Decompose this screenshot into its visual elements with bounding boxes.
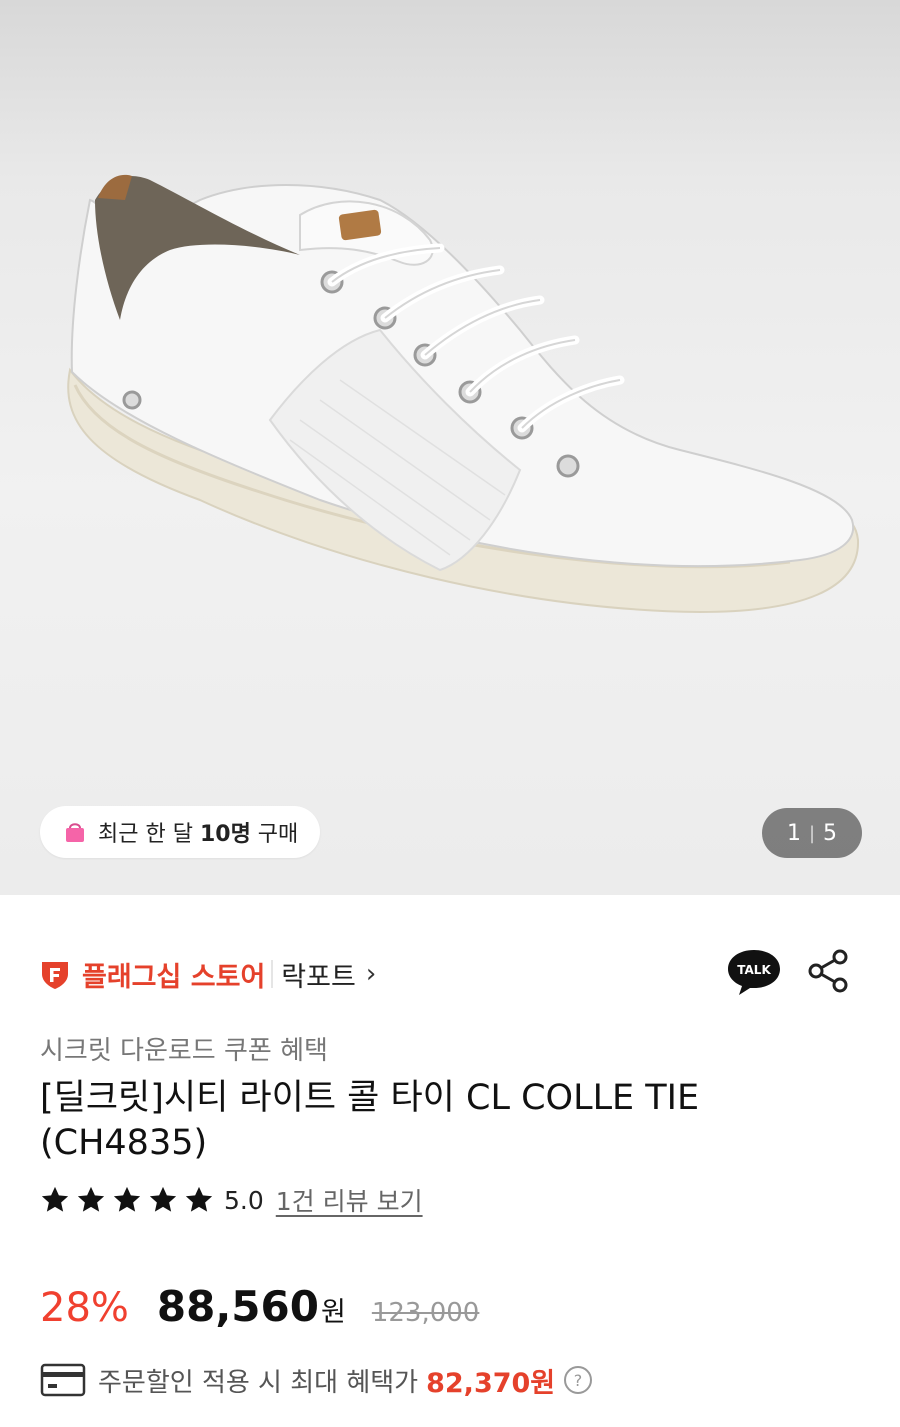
store-name: 락포트: [281, 961, 356, 993]
svg-text:TALK: TALK: [737, 963, 771, 977]
benefit-price: 82,370원: [426, 1367, 556, 1399]
star-icon: [41, 1186, 69, 1212]
card-icon: [40, 1363, 86, 1397]
product-title-line1: [딜크릿]시티 라이트 콜 타이 CL COLLE TIE: [40, 1078, 700, 1118]
store-link[interactable]: 플래그십 스토어 락포트 ›: [40, 950, 376, 998]
pager-total: 5: [823, 820, 838, 846]
star-icon: [185, 1186, 213, 1212]
star-icon: [149, 1186, 177, 1212]
max-benefit-row[interactable]: 주문할인 적용 시 최대 혜택가 82,370원 ?: [40, 1358, 593, 1402]
pager-separator: |: [808, 822, 816, 844]
store-logo-icon: [42, 962, 68, 989]
original-price: 123,000: [371, 1298, 480, 1328]
talk-icon[interactable]: TALK: [726, 946, 782, 998]
rating-value: 5.0: [224, 1185, 264, 1215]
shopping-bag-icon: [66, 823, 84, 842]
review-link[interactable]: 1건 리뷰 보기: [276, 1182, 423, 1218]
rating-row: 5.0 1건 리뷰 보기: [40, 1182, 423, 1218]
recent-purchase-badge: 최근 한 달 10명 구매: [40, 806, 321, 858]
image-pager[interactable]: 1 | 5: [762, 808, 862, 858]
star-icon: [113, 1186, 141, 1212]
svg-text:?: ?: [574, 1371, 583, 1390]
currency-label: 원: [320, 1297, 346, 1328]
benefit-text: 주문할인 적용 시 최대 혜택가: [98, 1367, 419, 1398]
product-image: [67, 174, 860, 614]
promo-text: 시크릿 다운로드 쿠폰 혜택: [40, 1036, 328, 1066]
store-type-label: 플래그십 스토어: [82, 961, 266, 993]
star-rating: [40, 1185, 220, 1215]
discount-rate: 28%: [40, 1285, 129, 1331]
help-icon[interactable]: ?: [563, 1365, 593, 1395]
divider: [271, 960, 274, 988]
product-title: [딜크릿]시티 라이트 콜 타이 CL COLLE TIE (CH4835): [40, 1076, 860, 1166]
product-image-gallery[interactable]: 최근 한 달 10명 구매 1 | 5: [0, 0, 900, 895]
badge-text: 최근 한 달 10명 구매: [98, 822, 299, 847]
share-icon[interactable]: [806, 948, 850, 994]
sale-price: 88,560: [156, 1282, 319, 1331]
chevron-right-icon: ›: [365, 959, 377, 989]
pager-current: 1: [786, 820, 801, 846]
product-title-line2: (CH4835): [40, 1123, 208, 1163]
price-row: 28% 88,560 원 123,000: [40, 1282, 479, 1338]
star-icon: [77, 1186, 105, 1212]
